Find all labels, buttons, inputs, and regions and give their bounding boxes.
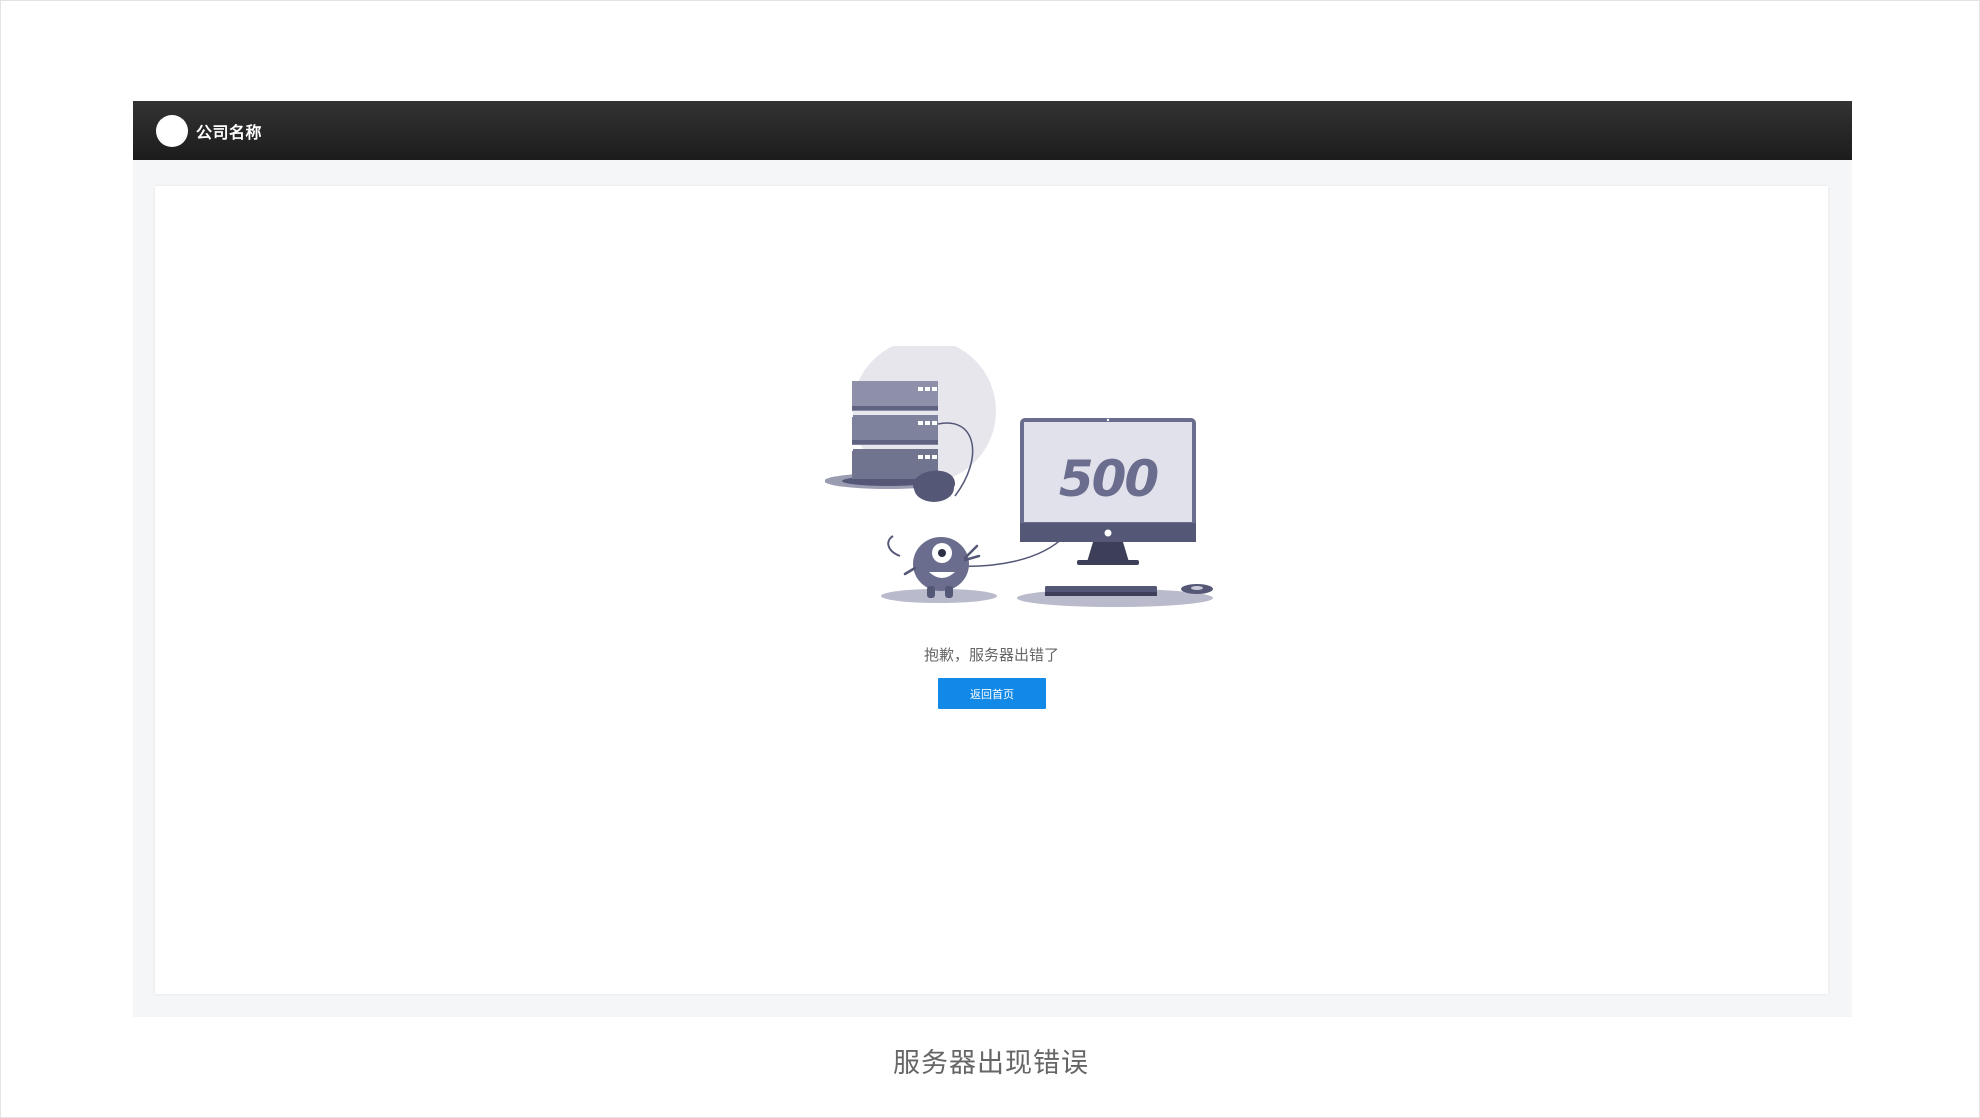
top-navbar: 公司名称 <box>133 101 1852 160</box>
monitor-icon: 500 <box>1017 418 1213 607</box>
screenshot-frame: 公司名称 500 抱歉，服务器出错了 返回首页 服务器出现错误 <box>0 0 1980 1118</box>
monster-icon <box>881 470 997 603</box>
error-illustration: 500 <box>825 346 1213 607</box>
screenshot-caption: 服务器出现错误 <box>893 1048 1089 1079</box>
content-card: 500 抱歉，服务器出错了 返回首页 <box>155 186 1828 994</box>
company-name[interactable]: 公司名称 <box>196 119 262 143</box>
error-message: 抱歉，服务器出错了 <box>923 646 1059 664</box>
mouse-icon <box>1181 584 1213 594</box>
return-home-button[interactable]: 返回首页 <box>938 678 1046 709</box>
company-logo[interactable] <box>156 114 188 147</box>
error-code: 500 <box>1059 450 1159 508</box>
app-window: 公司名称 500 抱歉，服务器出错了 返回首页 <box>133 101 1852 1017</box>
